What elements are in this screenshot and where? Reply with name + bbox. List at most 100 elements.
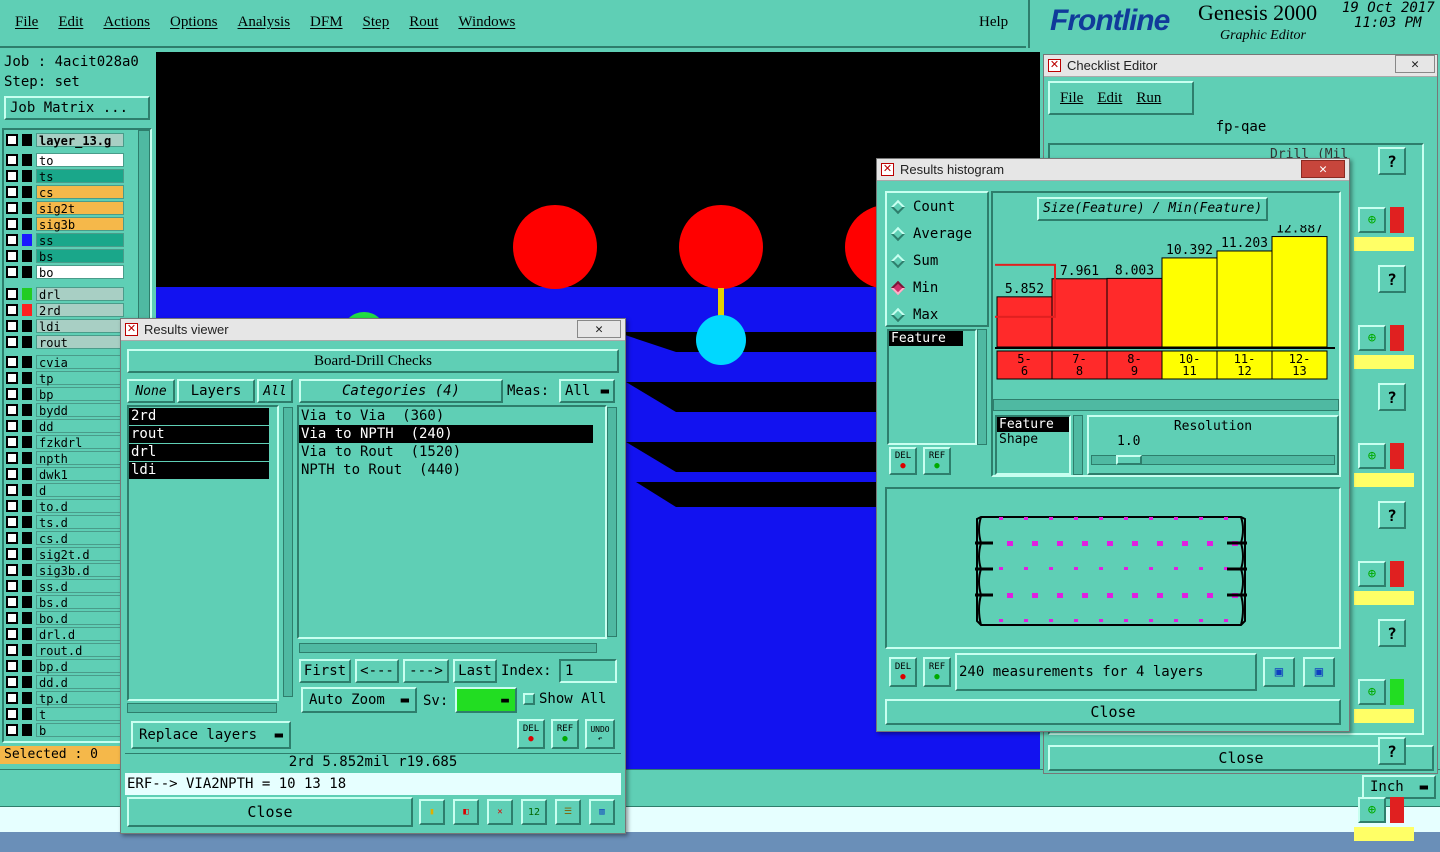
menu-item-edit[interactable]: Edit [58, 14, 83, 31]
replace-layers-dropdown[interactable]: Replace layers ▬ [131, 721, 291, 749]
feature-shape-item-0[interactable]: Feature [997, 417, 1069, 432]
checklist-close-icon[interactable]: ✕ [1395, 55, 1435, 73]
layer-row-bo.d[interactable]: bo.d [6, 610, 124, 626]
help-button[interactable]: ? [1378, 619, 1406, 647]
result-layer-item[interactable]: rout [129, 426, 269, 443]
radio-icon[interactable] [890, 253, 906, 268]
histogram-bar-4[interactable] [1216, 250, 1273, 348]
mode-average[interactable]: Average [887, 220, 987, 247]
help-button[interactable]: ? [1378, 265, 1406, 293]
layer-checkbox[interactable] [6, 319, 18, 332]
mode-sum[interactable]: Sum [887, 247, 987, 274]
layer-checkbox[interactable] [6, 467, 18, 480]
histogram-bar-5[interactable] [1271, 236, 1328, 348]
layer-row-sig3b[interactable]: sig3b [6, 216, 124, 232]
layer-checkbox[interactable] [6, 169, 18, 182]
layer-checkbox[interactable] [6, 691, 18, 704]
menu-item-actions[interactable]: Actions [103, 14, 150, 31]
layer-checkbox[interactable] [6, 387, 18, 400]
layer-checkbox[interactable] [6, 563, 18, 576]
zoom-icon[interactable]: ⊕ [1358, 325, 1386, 351]
layer-checkbox[interactable] [6, 249, 18, 262]
hist-ref-button[interactable]: REF ● [923, 447, 951, 475]
category-item[interactable]: Via to NPTH (240) [299, 425, 593, 443]
none-button[interactable]: None [127, 379, 175, 403]
category-item[interactable]: Via to Via (360) [299, 407, 593, 425]
histogram-close-icon[interactable]: ✕ [1301, 160, 1345, 178]
layer-checkbox[interactable] [6, 499, 18, 512]
checkbox-icon[interactable] [523, 693, 535, 705]
preview-ref-button[interactable]: REF ● [923, 657, 951, 687]
layer-row-d[interactable]: d [6, 482, 124, 498]
viewer-close-icon[interactable]: ✕ [577, 320, 621, 338]
menu-item-dfm[interactable]: DFM [310, 14, 343, 31]
layer-row-cvia[interactable]: cvia [6, 354, 124, 370]
layer-row-tp[interactable]: tp [6, 370, 124, 386]
layer-checkbox[interactable] [6, 595, 18, 608]
viewer-close-button[interactable]: Close [127, 797, 413, 827]
layer-row-2rd[interactable]: 2rd [6, 302, 124, 318]
help-button[interactable]: ? [1378, 501, 1406, 529]
layer-row-cs[interactable]: cs [6, 184, 124, 200]
help-button[interactable]: ? [1378, 737, 1406, 765]
checklist-menu-run[interactable]: Run [1136, 90, 1161, 107]
show-all-checkbox[interactable]: Show All [523, 691, 606, 707]
chart-icon[interactable]: ▥ [589, 799, 615, 825]
mark-icon[interactable]: ◧ [453, 799, 479, 825]
layer-row-bp.d[interactable]: bp.d [6, 658, 124, 674]
feature-list-scrollbar[interactable] [977, 329, 987, 445]
histogram-bar-1[interactable] [1051, 278, 1108, 348]
help-button[interactable]: ? [1378, 383, 1406, 411]
layer-checkbox[interactable] [6, 547, 18, 560]
layer-row-to.d[interactable]: to.d [6, 498, 124, 514]
hist-del-button[interactable]: DEL ● [889, 447, 917, 475]
layer-checkbox[interactable] [6, 185, 18, 198]
layer-checkbox[interactable] [6, 133, 18, 146]
histogram-close-button[interactable]: Close [885, 699, 1341, 725]
zoom-window-icon[interactable]: ▣ [1263, 657, 1295, 687]
help-button[interactable]: ? [1378, 147, 1406, 175]
hist-scrollbar[interactable] [993, 399, 1339, 411]
unit-dropdown[interactable]: Inch ▬ [1362, 775, 1436, 799]
histogram-bar-0[interactable] [996, 296, 1053, 348]
category-item[interactable]: NPTH to Rout (440) [299, 461, 593, 479]
layer-checkbox[interactable] [6, 419, 18, 432]
layer-row-t[interactable]: t [6, 706, 124, 722]
layer-row-npth[interactable]: npth [6, 450, 124, 466]
layer-row-rout.d[interactable]: rout.d [6, 642, 124, 658]
mode-min[interactable]: Min [887, 274, 987, 301]
layer-row-ss[interactable]: ss [6, 232, 124, 248]
layer-checkbox[interactable] [6, 531, 18, 544]
menu-item-file[interactable]: File [15, 14, 38, 31]
layer-row-fzkdrl[interactable]: fzkdrl [6, 434, 124, 450]
layer-checkbox[interactable] [6, 201, 18, 214]
zoom-icon[interactable]: ⊕ [1358, 797, 1386, 823]
radio-icon[interactable] [890, 307, 906, 322]
category-item[interactable]: Via to Rout (1520) [299, 443, 593, 461]
resolution-slider-thumb[interactable] [1116, 455, 1142, 465]
menu-item-options[interactable]: Options [170, 14, 218, 31]
layer-checkbox[interactable] [6, 233, 18, 246]
auto-zoom-dropdown[interactable]: Auto Zoom ▬ [301, 687, 417, 713]
first-button[interactable]: First [299, 659, 351, 683]
layer-checkbox[interactable] [6, 217, 18, 230]
result-layer-item[interactable]: drl [129, 444, 269, 461]
zoom-icon[interactable]: ⊕ [1358, 679, 1386, 705]
layer-checkbox[interactable] [6, 579, 18, 592]
mode-count[interactable]: Count [887, 193, 987, 220]
layer-row-sig2t[interactable]: sig2t [6, 200, 124, 216]
layer-row-ss.d[interactable]: ss.d [6, 578, 124, 594]
layer-checkbox[interactable] [6, 435, 18, 448]
layer-row-ts.d[interactable]: ts.d [6, 514, 124, 530]
next-button[interactable]: ---> [403, 659, 449, 683]
menu-item-rout[interactable]: Rout [409, 14, 438, 31]
layer-row-dd.d[interactable]: dd.d [6, 674, 124, 690]
layer-row-to[interactable]: to [6, 152, 124, 168]
radio-icon[interactable] [890, 226, 906, 241]
layer-checkbox[interactable] [6, 723, 18, 736]
layer-row-drl.d[interactable]: drl.d [6, 626, 124, 642]
histogram-bar-3[interactable] [1161, 257, 1218, 348]
feature-shape-scrollbar[interactable] [1073, 415, 1083, 475]
zoom-icon[interactable]: ⊕ [1358, 443, 1386, 469]
layer-checkbox[interactable] [6, 675, 18, 688]
